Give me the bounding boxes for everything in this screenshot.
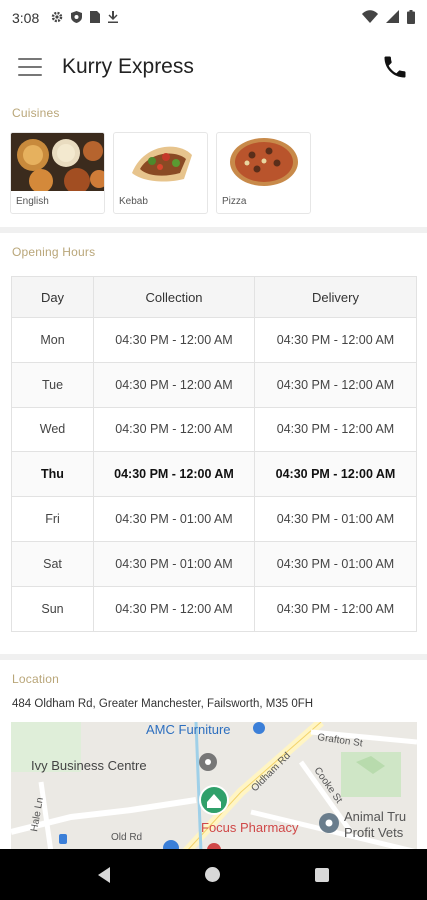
column-header-collection: Collection <box>93 276 255 318</box>
cuisine-card-pizza[interactable]: Pizza <box>216 132 311 214</box>
section-divider <box>0 227 427 233</box>
delivery-hours-cell: 04:30 PM - 12:00 AM <box>254 361 417 408</box>
collection-hours-cell: 04:30 PM - 12:00 AM <box>93 317 255 363</box>
collection-hours-cell: 04:30 PM - 01:00 AM <box>93 496 255 542</box>
gear-icon <box>51 11 63 26</box>
table-row: Tue 04:30 PM - 12:00 AM 04:30 PM - 12:00… <box>11 361 417 408</box>
battery-icon <box>407 9 415 27</box>
map-place-label: Ivy Business Centre <box>31 758 147 773</box>
download-icon <box>108 10 119 26</box>
location-label: Location <box>12 672 59 686</box>
system-nav-bar <box>0 849 427 900</box>
map-place-label: Profit Vets <box>344 825 404 840</box>
status-time: 3:08 <box>12 10 40 26</box>
wifi-icon <box>362 10 378 26</box>
day-cell: Sun <box>11 585 94 632</box>
phone-icon[interactable] <box>381 53 409 81</box>
table-row-today: Thu 04:30 PM - 12:00 AM 04:30 PM - 12:00… <box>11 451 417 498</box>
status-right <box>362 9 415 27</box>
day-cell: Fri <box>11 496 94 542</box>
status-bar: 3:08 <box>0 0 427 36</box>
collection-hours-cell: 04:30 PM - 12:00 AM <box>93 585 255 632</box>
delivery-hours-cell: 04:30 PM - 01:00 AM <box>254 540 417 587</box>
collection-hours-cell: 04:30 PM - 01:00 AM <box>93 540 255 587</box>
collection-hours-cell: 04:30 PM - 12:00 AM <box>93 406 255 453</box>
column-header-delivery: Delivery <box>254 276 417 318</box>
delivery-hours-cell: 04:30 PM - 12:00 AM <box>254 406 417 453</box>
delivery-hours-cell: 04:30 PM - 01:00 AM <box>254 496 417 542</box>
cuisine-label: Kebab <box>119 196 148 207</box>
cuisine-card-english[interactable]: English <box>10 132 105 214</box>
cuisine-label: Pizza <box>222 196 247 207</box>
cuisine-label: English <box>16 196 49 207</box>
section-divider <box>0 654 427 660</box>
page-title: Kurry Express <box>62 55 194 78</box>
shield-icon <box>71 10 83 26</box>
back-icon[interactable] <box>97 866 110 883</box>
cuisine-list: English Kebab Pizza <box>10 132 311 214</box>
app-bar: Kurry Express <box>0 36 427 98</box>
column-header-day: Day <box>11 276 94 318</box>
cuisine-card-kebab[interactable]: Kebab <box>113 132 208 214</box>
map-street-label: Old Rd <box>111 832 142 843</box>
day-cell: Tue <box>11 361 94 408</box>
day-cell: Wed <box>11 406 94 453</box>
opening-hours-label: Opening Hours <box>12 245 96 259</box>
address-text: 484 Oldham Rd, Greater Manchester, Fails… <box>12 698 314 710</box>
day-cell: Mon <box>11 317 94 363</box>
table-row: Mon 04:30 PM - 12:00 AM 04:30 PM - 12:00… <box>11 317 417 363</box>
kebab-food-image <box>114 133 207 191</box>
table-header-row: Day Collection Delivery <box>11 276 417 318</box>
table-row: Fri 04:30 PM - 01:00 AM 04:30 PM - 01:00… <box>11 496 417 542</box>
map-place-label: AMC Furniture <box>146 722 231 737</box>
home-icon[interactable] <box>204 867 220 882</box>
map-place-label: Focus Pharmacy <box>201 820 299 835</box>
delivery-hours-cell: 04:30 PM - 12:00 AM <box>254 317 417 363</box>
pizza-food-image <box>217 133 310 191</box>
delivery-hours-cell: 04:30 PM - 12:00 AM <box>254 585 417 632</box>
table-row: Sun 04:30 PM - 12:00 AM 04:30 PM - 12:00… <box>11 585 417 632</box>
day-cell: Sat <box>11 540 94 587</box>
sim-card-icon <box>90 10 101 26</box>
cuisines-label: Cuisines <box>12 106 60 120</box>
map-place-label: Animal Tru <box>344 809 406 824</box>
collection-hours-cell: 04:30 PM - 12:00 AM <box>93 361 255 408</box>
table-row: Sat 04:30 PM - 01:00 AM 04:30 PM - 01:00… <box>11 540 417 587</box>
recents-icon[interactable] <box>315 867 330 882</box>
hamburger-menu-icon[interactable] <box>18 58 42 76</box>
delivery-hours-cell: 04:30 PM - 12:00 AM <box>254 451 417 498</box>
collection-hours-cell: 04:30 PM - 12:00 AM <box>93 451 255 498</box>
opening-hours-table: Day Collection Delivery Mon 04:30 PM - 1… <box>11 276 417 632</box>
signal-icon <box>386 10 399 26</box>
day-cell: Thu <box>11 451 94 498</box>
english-food-image <box>11 133 104 191</box>
table-row: Wed 04:30 PM - 12:00 AM 04:30 PM - 12:00… <box>11 406 417 453</box>
map-view[interactable]: AMC Furniture Ivy Business Centre Focus … <box>11 722 417 852</box>
